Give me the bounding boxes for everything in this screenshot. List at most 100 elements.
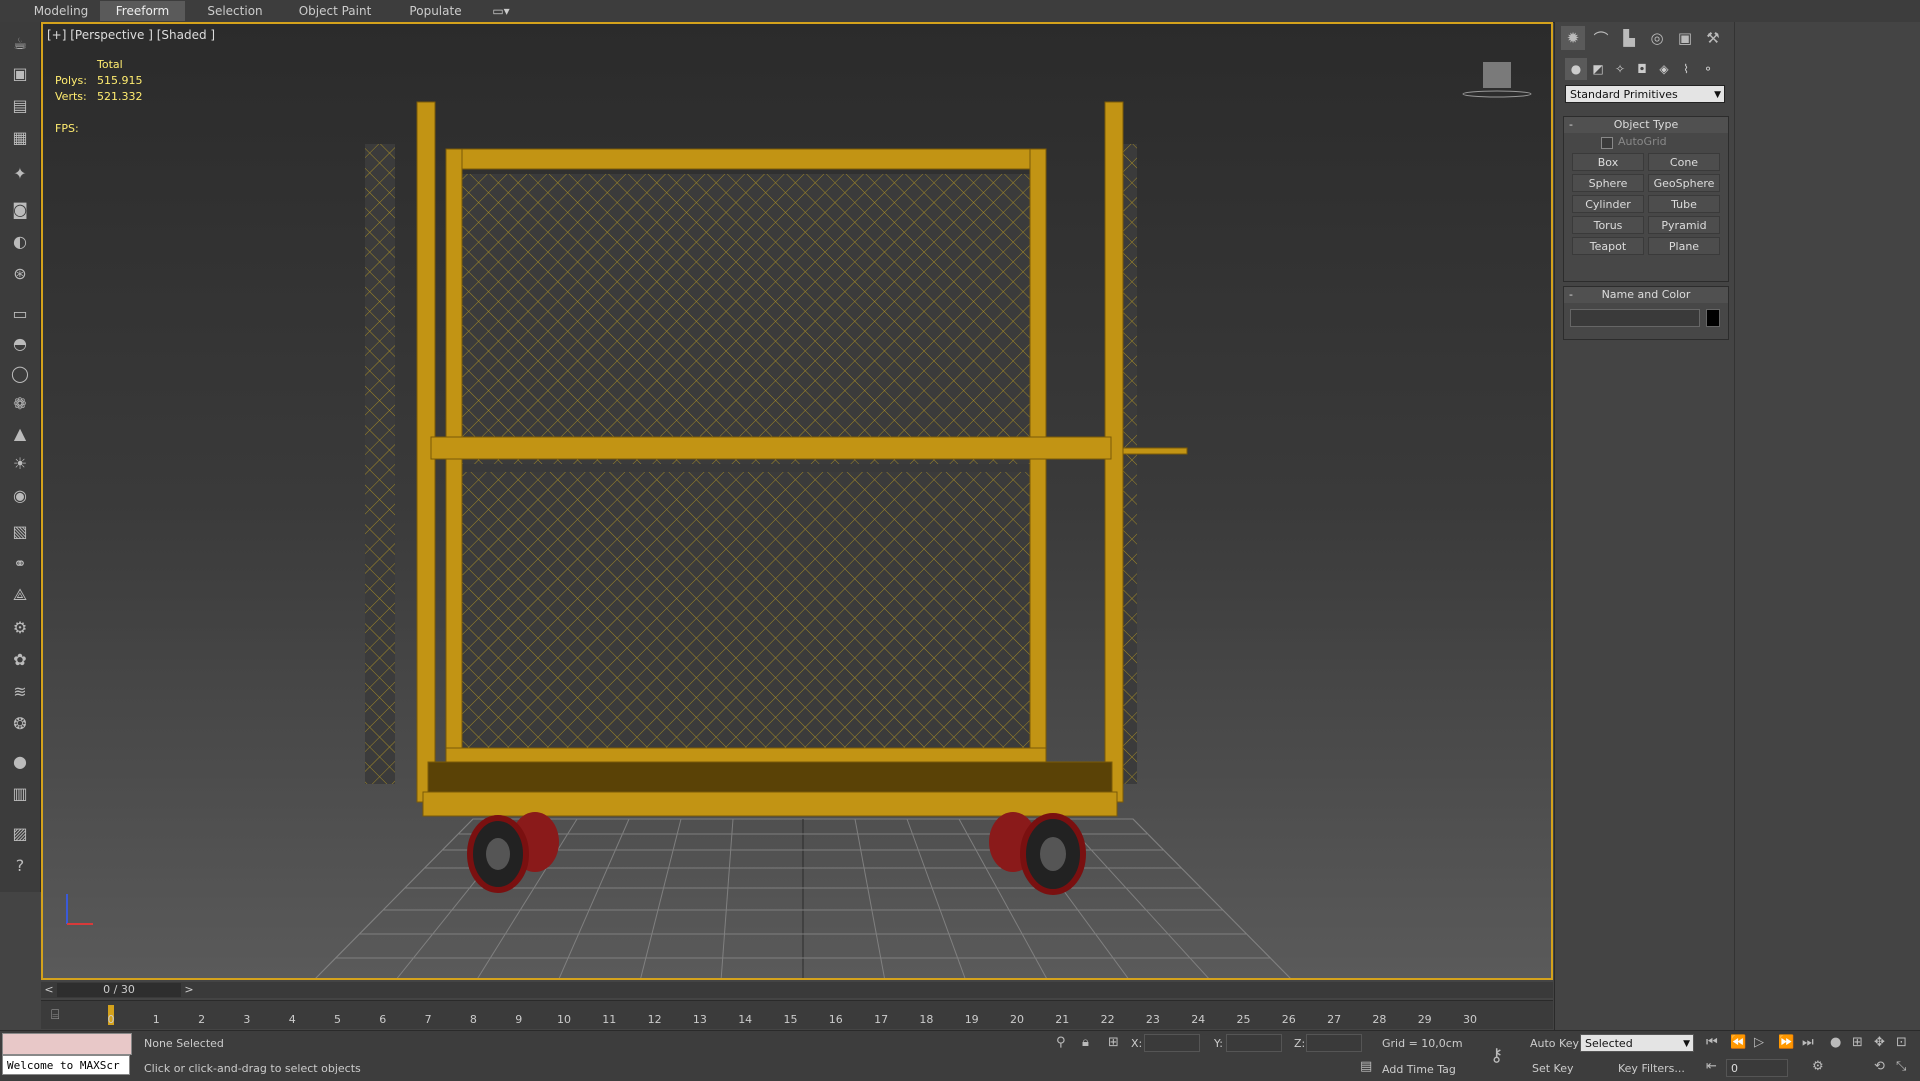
next-frame-button[interactable]: > [183, 982, 195, 998]
motion-icon[interactable]: ◐ [8, 230, 32, 252]
sphere-button[interactable]: Sphere [1572, 174, 1644, 192]
video-icon[interactable]: ⊛ [8, 262, 32, 284]
category-dropdown[interactable]: Standard Primitives ▼ [1565, 85, 1725, 103]
object-color-swatch[interactable] [1706, 309, 1720, 327]
x-coordinate-field[interactable] [1144, 1034, 1200, 1052]
key-mode-icon[interactable]: ⇤ [1706, 1059, 1717, 1074]
auto-key-button[interactable]: Auto Key [1530, 1037, 1579, 1050]
teapot-icon[interactable]: ☕ [8, 32, 32, 54]
modify-tab-icon[interactable]: ⌒ [1589, 26, 1613, 50]
current-frame-field[interactable]: 0 [1726, 1059, 1788, 1077]
plant-icon[interactable]: ✿ [8, 648, 32, 670]
teapot-button[interactable]: Teapot [1572, 237, 1644, 255]
left-toolbar: ☕ ▣ ▤ ▦ ✦ ◙ ◐ ⊛ ▭ ◓ ◯ ❁ ▲ ☀ ◉ ▧ ⚭ ⟁ ⚙ ✿ … [0, 22, 41, 892]
systems-icon[interactable]: ⚬ [1697, 58, 1719, 80]
display-tab-icon[interactable]: ▣ [1673, 26, 1697, 50]
light-icon[interactable]: ✦ [8, 162, 32, 184]
layers-icon[interactable]: ▦ [8, 126, 32, 148]
field-of-view-icon[interactable]: ⤡ [1896, 1059, 1906, 1074]
tab-freeform[interactable]: Freeform [100, 1, 185, 21]
y-coordinate-field[interactable] [1226, 1034, 1282, 1052]
motion-tab-icon[interactable]: ◎ [1645, 26, 1669, 50]
tube-button[interactable]: Tube [1648, 195, 1720, 213]
autogrid-checkbox[interactable] [1601, 137, 1613, 149]
pyramid-icon[interactable]: ⟁ [8, 584, 32, 606]
ball-icon[interactable]: ● [8, 750, 32, 772]
play-icon[interactable]: ▷ [1754, 1035, 1764, 1050]
link-icon[interactable]: ⚭ [8, 552, 32, 574]
tab-selection[interactable]: Selection [195, 1, 275, 21]
tab-object-paint[interactable]: Object Paint [290, 1, 380, 21]
shapes-icon[interactable]: ◩ [1587, 58, 1609, 80]
maxscript-listener-top[interactable] [2, 1033, 132, 1055]
spacewarps-icon[interactable]: ⌇ [1675, 58, 1697, 80]
create-tab-icon[interactable]: ✹ [1561, 26, 1585, 50]
sun-icon[interactable]: ☀ [8, 452, 32, 474]
maxscript-mini-listener[interactable]: Welcome to MAXScr [2, 1055, 130, 1075]
key-filters-button[interactable]: Key Filters... [1618, 1062, 1685, 1075]
helpers-icon[interactable]: ◈ [1653, 58, 1675, 80]
name-and-color-header[interactable]: - Name and Color [1564, 287, 1728, 303]
timeline-tick: 24 [1191, 1013, 1206, 1026]
hierarchy-tab-icon[interactable]: ▙ [1617, 26, 1641, 50]
prev-frame-button[interactable]: < [43, 982, 55, 998]
sphere-icon[interactable]: ◯ [8, 362, 32, 384]
geosphere-icon[interactable]: ◉ [8, 484, 32, 506]
time-config-icon[interactable]: ⚙ [1812, 1059, 1824, 1074]
previous-frame-icon[interactable]: ⏪ [1730, 1035, 1746, 1050]
cylinder-button[interactable]: Cylinder [1572, 195, 1644, 213]
perspective-viewport[interactable]: [+] [Perspective ] [Shaded ] Total Polys… [41, 22, 1553, 980]
orbit-icon[interactable]: ⟲ [1874, 1059, 1885, 1074]
add-time-tag[interactable]: Add Time Tag [1382, 1063, 1456, 1076]
time-tag-icon[interactable]: ▤ [1360, 1059, 1372, 1074]
box-button[interactable]: Box [1572, 153, 1644, 171]
help-icon[interactable]: ? [8, 854, 32, 876]
object-name-field[interactable] [1570, 309, 1700, 327]
z-coordinate-field[interactable] [1306, 1034, 1362, 1052]
tab-populate[interactable]: Populate [398, 1, 473, 21]
time-slider-thumb[interactable]: 0 / 30 [57, 983, 181, 997]
torus-knot-icon[interactable]: ❁ [8, 392, 32, 414]
plane-button[interactable]: Plane [1648, 237, 1720, 255]
gear-icon[interactable]: ⚙ [8, 616, 32, 638]
track-bar[interactable]: ⌸ 0 1 2 3 4 5 6 7 8 9 10 11 12 13 14 15 16 17 18 19 20 21 22 23… [41, 1000, 1553, 1029]
table-icon[interactable]: ▥ [8, 782, 32, 804]
lock-icon[interactable]: 🔒︎ [1082, 1035, 1089, 1050]
pan-icon[interactable]: ✥ [1874, 1035, 1885, 1050]
utilities-tab-icon[interactable]: ⚒ [1701, 26, 1725, 50]
zoom-extents-icon[interactable]: ⊞ [1852, 1035, 1863, 1050]
ribbon-options-icon[interactable]: ▭▾ [486, 1, 516, 21]
render-setup-icon[interactable]: ▣ [8, 62, 32, 84]
shell-icon[interactable]: ❂ [8, 712, 32, 734]
maximize-viewport-icon[interactable]: ⊡ [1896, 1035, 1907, 1050]
layer-manager-icon[interactable]: ▨ [8, 822, 32, 844]
lights-icon[interactable]: ✧ [1609, 58, 1631, 80]
chevron-down-icon: ▼ [1683, 1039, 1690, 1049]
camera-icon[interactable]: ◙ [8, 198, 32, 220]
cone-button[interactable]: Cone [1648, 153, 1720, 171]
time-slider[interactable]: < 0 / 30 > [41, 982, 1553, 998]
transform-mode-icon[interactable]: ⊞ [1108, 1035, 1119, 1050]
geosphere-button[interactable]: GeoSphere [1648, 174, 1720, 192]
set-key-button[interactable]: Set Key [1532, 1062, 1574, 1075]
key-filter-dropdown[interactable]: Selected ▼ [1580, 1034, 1694, 1052]
mini-curve-editor-icon[interactable]: ⌸ [51, 1007, 59, 1023]
object-type-header[interactable]: - Object Type [1564, 117, 1728, 133]
go-to-start-icon[interactable]: ⏮ [1706, 1035, 1718, 1050]
pyramid-button[interactable]: Pyramid [1648, 216, 1720, 234]
isolate-icon[interactable]: ⚲ [1056, 1035, 1066, 1050]
record-icon[interactable]: ● [1830, 1035, 1841, 1050]
material-editor-icon[interactable]: ▤ [8, 94, 32, 116]
geometry-icon[interactable]: ● [1565, 58, 1587, 80]
go-to-end-icon[interactable]: ⏭ [1802, 1035, 1814, 1050]
hemisphere-icon[interactable]: ◓ [8, 332, 32, 354]
grid-icon[interactable]: ▧ [8, 520, 32, 542]
cameras-icon[interactable]: ◘ [1631, 58, 1653, 80]
next-frame-icon[interactable]: ⏩ [1778, 1035, 1794, 1050]
tab-modeling[interactable]: Modeling [26, 1, 96, 21]
hair-icon[interactable]: ≋ [8, 680, 32, 702]
cone-icon[interactable]: ▲ [8, 422, 32, 444]
plane-icon[interactable]: ▭ [8, 302, 32, 324]
key-icon[interactable]: ⚷ [1490, 1045, 1503, 1066]
torus-button[interactable]: Torus [1572, 216, 1644, 234]
